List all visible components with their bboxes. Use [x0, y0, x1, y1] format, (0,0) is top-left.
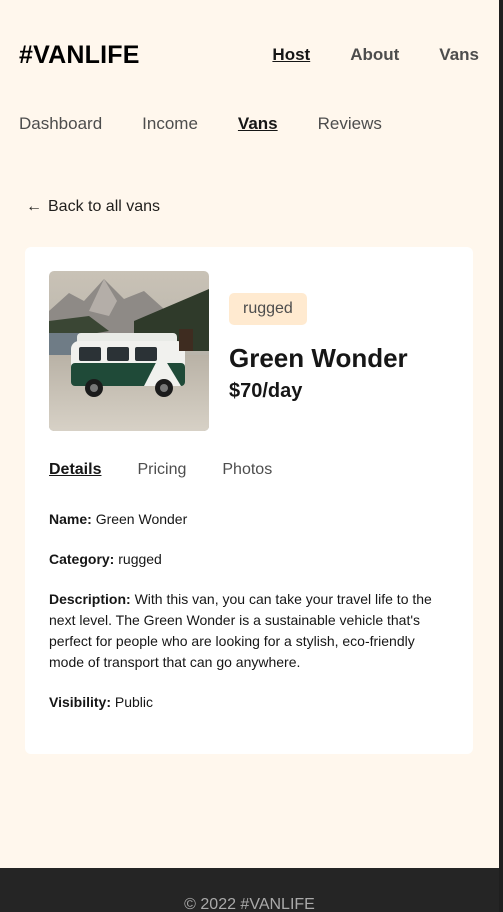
nav-host[interactable]: Host [272, 45, 310, 65]
nav-vans[interactable]: Vans [439, 45, 479, 65]
host-nav-income[interactable]: Income [142, 114, 198, 134]
back-link-label: Back to all vans [48, 198, 161, 215]
van-meta: rugged Green Wonder $70/day [229, 271, 408, 431]
van-image [49, 271, 209, 431]
nav-about[interactable]: About [350, 45, 399, 65]
van-details: Name: Green Wonder Category: rugged Desc… [49, 509, 449, 713]
window-edge [499, 0, 503, 912]
main-nav: Host About Vans [272, 45, 479, 65]
detail-visibility-value: Public [114, 694, 154, 710]
van-summary: rugged Green Wonder $70/day [49, 271, 449, 431]
site-footer: © 2022 #VANLIFE [0, 868, 499, 912]
van-detail-tabs: Details Pricing Photos [49, 461, 449, 479]
detail-category-label: Category: [49, 551, 115, 567]
van-price: $70/day [229, 380, 303, 402]
detail-category: Category: rugged [49, 549, 449, 570]
arrow-left-icon: ← [26, 198, 42, 215]
detail-visibility-label: Visibility: [49, 694, 111, 710]
detail-name-label: Name: [49, 511, 92, 527]
tab-pricing[interactable]: Pricing [137, 461, 186, 479]
detail-category-value: rugged [118, 551, 162, 567]
host-nav-vans[interactable]: Vans [238, 114, 278, 134]
host-nav: Dashboard Income Vans Reviews [19, 114, 382, 134]
tab-photos[interactable]: Photos [222, 461, 272, 479]
van-detail-card: rugged Green Wonder $70/day Details Pric… [25, 247, 473, 754]
host-nav-dashboard[interactable]: Dashboard [19, 114, 102, 134]
van-name: Green Wonder [229, 343, 408, 373]
back-to-vans-link[interactable]: ← Back to all vans [26, 198, 160, 216]
page: #VANLIFE Host About Vans Dashboard Incom… [0, 0, 503, 912]
host-nav-reviews[interactable]: Reviews [318, 114, 382, 134]
van-type-badge: rugged [229, 293, 307, 325]
site-header: #VANLIFE Host About Vans [0, 0, 499, 110]
footer-copyright: © 2022 #VANLIFE [184, 896, 315, 912]
detail-description-label: Description: [49, 591, 131, 607]
detail-visibility: Visibility: Public [49, 692, 449, 713]
detail-name: Name: Green Wonder [49, 509, 449, 530]
site-logo[interactable]: #VANLIFE [19, 41, 140, 70]
detail-description: Description: With this van, you can take… [49, 589, 449, 673]
tab-details[interactable]: Details [49, 461, 101, 479]
detail-name-value: Green Wonder [95, 511, 188, 527]
